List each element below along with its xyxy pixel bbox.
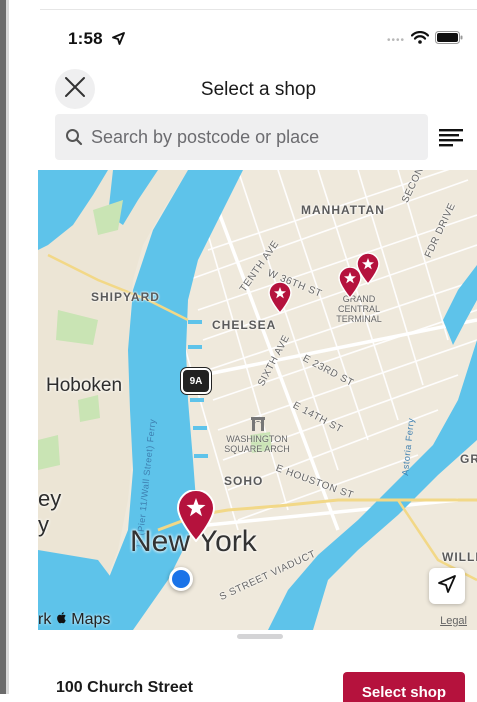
map-label-jersey-fragment-2: y [38,512,49,537]
map-base-layer [38,170,477,630]
navigation-arrow-icon [437,574,457,599]
star-pin-icon [176,489,216,543]
top-divider [40,9,477,10]
selected-shop-pin[interactable] [176,489,216,547]
map-label-willi-fragment: WILLIA [442,550,477,564]
user-location-dot [169,567,193,591]
status-time-wrap: 1:58 [68,29,125,50]
map-label-shipyard: SHIPYARD [91,290,160,304]
maps-prefix: rk [38,611,52,628]
list-view-button[interactable] [438,126,464,148]
apple-logo-icon [56,611,71,628]
map-label-manhattan: MANHATTAN [301,203,385,217]
route-shield-9a: 9A [181,368,211,394]
page-title: Select a shop [200,79,317,100]
shop-pin[interactable] [356,252,380,290]
legal-link[interactable]: Legal [440,615,467,627]
status-indicators: •••• [387,31,463,49]
battery-icon [435,31,463,49]
select-shop-button[interactable]: Select shop [343,672,465,702]
bottom-sheet-handle[interactable] [237,634,283,639]
list-icon [438,129,464,152]
maps-attribution: rk Maps [38,611,110,629]
status-bar: 1:58 •••• [40,22,477,56]
shop-pin[interactable] [268,281,292,319]
map-label-hoboken: Hoboken [46,375,123,396]
location-arrow-icon [111,30,125,50]
locate-me-button[interactable] [429,568,465,604]
map-label-jersey-fragment-1: ey [38,486,62,511]
status-time: 1:58 [68,29,103,48]
search-icon [65,128,83,146]
star-pin-icon [268,281,292,315]
window-frame-edge [0,0,9,694]
map-label-washington-square: WASHINGTON SQUARE ARCH [224,434,290,454]
map-label-gr-fragment: GR [460,452,477,466]
search-row [40,114,477,160]
maps-brand: Maps [71,611,111,628]
star-pin-icon [356,252,380,286]
map-view[interactable]: MANHATTAN SECOND AVE FDR DRIVE TENTH AVE… [38,170,477,630]
search-input[interactable] [89,125,413,149]
map-label-chelsea: CHELSEA [212,318,277,332]
navigation-bar: Select a shop [40,68,477,112]
search-box[interactable] [55,114,428,160]
signal-dots-icon: •••• [386,34,405,46]
map-label-soho: SOHO [224,474,264,488]
shop-address: 100 Church Street [56,679,193,696]
wifi-icon [410,31,430,49]
